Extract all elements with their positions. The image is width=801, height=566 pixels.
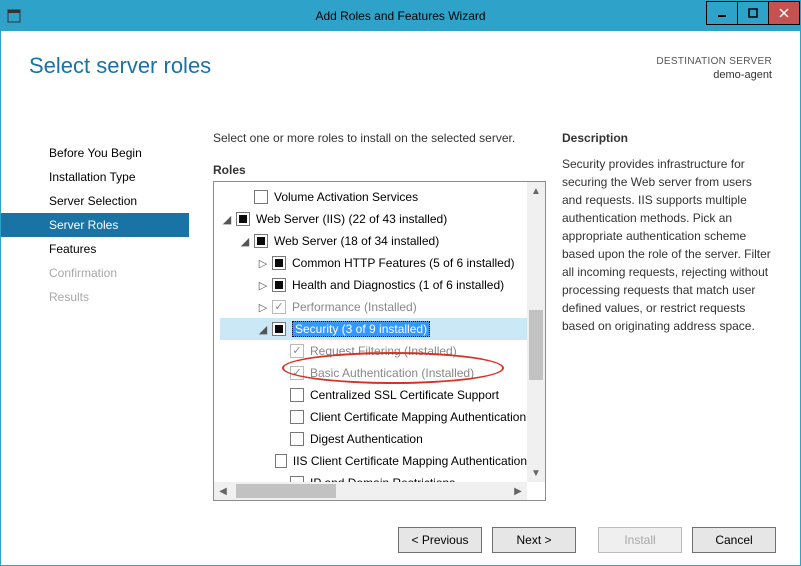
tree-item-label[interactable]: IIS Client Certificate Mapping Authentic… [293,454,527,468]
description-panel: Description Security provides infrastruc… [562,131,800,515]
expander-icon[interactable]: ◢ [220,213,234,226]
install-button: Install [598,527,682,553]
description-text: Security provides infrastructure for sec… [562,155,772,335]
tree-row[interactable]: ◢ Web Server (18 of 34 installed) [220,230,527,252]
roles-tree: Volume Activation Services ◢ Web Server (I… [213,181,546,501]
checkbox[interactable] [290,388,304,402]
scroll-right-icon[interactable]: ▶ [509,482,527,500]
tree-item-label[interactable]: Client Certificate Mapping Authenticatio… [310,410,526,424]
checkbox[interactable] [290,344,304,358]
tree-row[interactable]: ▷ Health and Diagnostics (1 of 6 installe… [220,274,527,296]
scroll-down-icon[interactable]: ▼ [527,464,545,482]
tree-item-label[interactable]: Common HTTP Features (5 of 6 installed) [292,256,515,270]
tree-row[interactable]: IP and Domain Restrictions [220,472,527,482]
maximize-button[interactable] [737,1,769,25]
expander-icon[interactable]: ▷ [256,257,270,270]
tree-row[interactable]: ◢ Web Server (IIS) (22 of 43 installed) [220,208,527,230]
tree-item-label[interactable]: Request Filtering (Installed) [310,344,457,358]
nav-server-selection[interactable]: Server Selection [1,189,189,213]
nav-server-roles[interactable]: Server Roles [1,213,189,237]
wizard-window: Add Roles and Features Wizard Select ser… [0,0,801,566]
checkbox[interactable] [272,256,286,270]
tree-row[interactable]: Volume Activation Services [220,186,527,208]
window-title: Add Roles and Features Wizard [1,9,800,23]
tree-item-label[interactable]: Security (3 of 9 installed) [292,321,430,337]
checkbox[interactable] [272,322,286,336]
tree-item-label[interactable]: Basic Authentication (Installed) [310,366,474,380]
checkbox[interactable] [275,454,286,468]
intro-text: Select one or more roles to install on t… [213,131,546,145]
content-area: Select server roles DESTINATION SERVER d… [1,31,800,565]
wizard-nav: Before You Begin Installation Type Serve… [1,131,189,515]
nav-before-you-begin[interactable]: Before You Begin [1,141,189,165]
scroll-up-icon[interactable]: ▲ [527,182,545,200]
tree-item-label[interactable]: Web Server (18 of 34 installed) [274,234,439,248]
checkbox[interactable] [254,190,268,204]
nav-installation-type[interactable]: Installation Type [1,165,189,189]
scroll-hthumb[interactable] [236,484,336,498]
scroll-left-icon[interactable]: ◀ [214,482,232,500]
checkbox[interactable] [254,234,268,248]
minimize-button[interactable] [706,1,738,25]
tree-row[interactable]: Digest Authentication [220,428,527,450]
titlebar: Add Roles and Features Wizard [1,1,800,31]
tree-item-label[interactable]: Web Server (IIS) (22 of 43 installed) [256,212,447,226]
tree-row[interactable]: Request Filtering (Installed) [220,340,527,362]
scroll-thumb[interactable] [529,310,543,380]
tree-row[interactable]: Client Certificate Mapping Authenticatio… [220,406,527,428]
tree-item-label[interactable]: Volume Activation Services [274,190,418,204]
page-title: Select server roles [29,53,211,79]
tree-item-label[interactable]: Digest Authentication [310,432,423,446]
expander-icon[interactable]: ◢ [238,235,252,248]
checkbox[interactable] [290,366,304,380]
nav-confirmation: Confirmation [1,261,189,285]
description-heading: Description [562,131,772,145]
tree-row[interactable]: Basic Authentication (Installed) [220,362,527,384]
vertical-scrollbar[interactable]: ▲ ▼ [527,182,545,482]
tree-item-label[interactable]: Centralized SSL Certificate Support [310,388,499,402]
tree-row[interactable]: IIS Client Certificate Mapping Authentic… [220,450,527,472]
roles-panel: Select one or more roles to install on t… [189,131,562,515]
tree-item-label[interactable]: Performance (Installed) [292,300,417,314]
checkbox[interactable] [272,300,286,314]
destination-block: DESTINATION SERVER demo-agent [656,53,772,82]
next-button[interactable]: Next > [492,527,576,553]
nav-features[interactable]: Features [1,237,189,261]
tree-row[interactable]: ◢ Security (3 of 9 installed) [220,318,527,340]
destination-name: demo-agent [656,68,772,82]
tree-item-label[interactable]: Health and Diagnostics (1 of 6 installed… [292,278,504,292]
expander-icon[interactable]: ◢ [256,323,270,336]
nav-results: Results [1,285,189,309]
roles-heading: Roles [213,163,546,177]
checkbox[interactable] [272,278,286,292]
checkbox[interactable] [290,410,304,424]
checkbox[interactable] [290,432,304,446]
checkbox[interactable] [236,212,250,226]
cancel-button[interactable]: Cancel [692,527,776,553]
tree-row[interactable]: Centralized SSL Certificate Support [220,384,527,406]
tree-row[interactable]: ▷ Performance (Installed) [220,296,527,318]
app-icon [1,9,27,23]
horizontal-scrollbar[interactable]: ◀ ▶ [214,482,527,500]
expander-icon[interactable]: ▷ [256,301,270,314]
expander-icon[interactable]: ▷ [256,279,270,292]
close-button[interactable] [768,1,800,25]
footer: < Previous Next > Install Cancel [1,515,800,565]
tree-row[interactable]: ▷ Common HTTP Features (5 of 6 installed) [220,252,527,274]
destination-label: DESTINATION SERVER [656,55,772,68]
previous-button[interactable]: < Previous [398,527,482,553]
